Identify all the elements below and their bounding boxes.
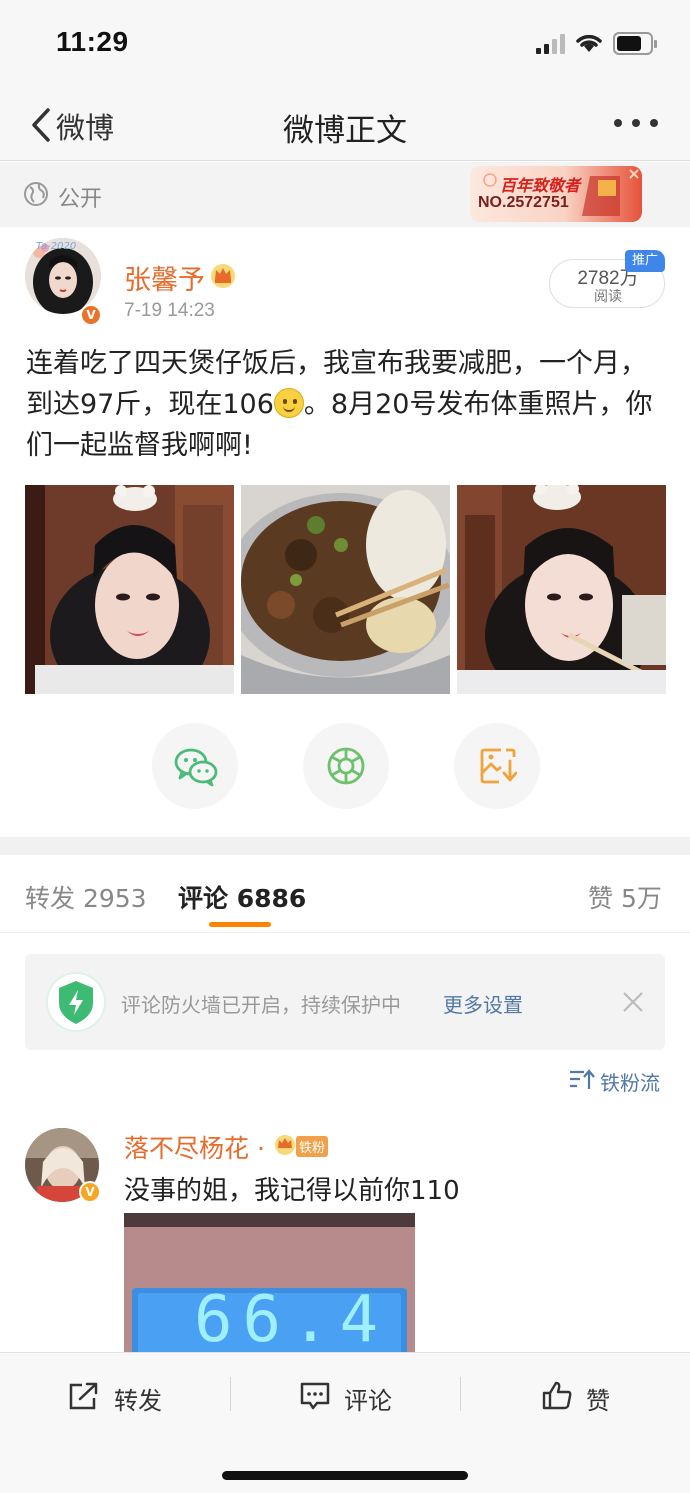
save-image-icon (480, 748, 517, 784)
tab-comments-count: 6886 (236, 884, 307, 913)
claypot-rice-photo (241, 485, 450, 694)
tab-comments[interactable]: 评论 6886 (178, 879, 306, 915)
weibo-post-screen: 11:29 微博 微博正文 公开 百年致敬者 NO.2572751 Ta-202… (0, 0, 690, 1493)
signal-icon (536, 34, 565, 54)
author-name[interactable]: 张馨予 (124, 258, 205, 297)
scale-reading: 66.4 (194, 1283, 389, 1355)
globe-icon (24, 182, 48, 206)
bottom-action-bar: 转发 评论 赞 (0, 1352, 690, 1493)
bottom-divider-1 (230, 1377, 231, 1411)
repost-label: 转发 (114, 1387, 162, 1415)
commenter-verified-badge: V (79, 1181, 101, 1203)
selfie-photo-1 (25, 485, 234, 694)
moments-icon (327, 747, 365, 785)
crown-icon (211, 264, 235, 288)
visibility-label: 公开 (58, 187, 103, 212)
like-button[interactable]: 赞 (541, 1353, 661, 1433)
more-dots-icon[interactable] (612, 118, 660, 128)
sort-icon (570, 1069, 595, 1089)
repost-button[interactable]: 转发 (68, 1353, 208, 1433)
thumbs-up-icon (542, 1381, 572, 1410)
post-photo-3[interactable] (457, 485, 666, 694)
comment-label: 评论 (344, 1387, 392, 1415)
close-icon[interactable] (621, 990, 645, 1014)
comment-text: 没事的姐，我记得以前你110 (124, 1176, 460, 1206)
badge-number: NO.2572751 (478, 194, 569, 211)
battery-icon (613, 32, 657, 55)
centenary-badge[interactable]: 百年致敬者 NO.2572751 (470, 166, 642, 222)
visibility-row: 公开 百年致敬者 NO.2572751 (0, 162, 690, 227)
post-time: 7-19 14:23 (124, 300, 215, 321)
smile-emoji-icon (273, 388, 304, 418)
tab-repost[interactable]: 转发 2953 (25, 879, 147, 915)
section-separator (0, 837, 690, 855)
sort-iron-fans[interactable]: 铁粉流 (600, 1067, 660, 1096)
status-time: 11:29 (56, 26, 129, 57)
tab-likes[interactable]: 赞 5万 (588, 879, 662, 915)
iron-fan-badge: 铁粉 (296, 1136, 329, 1157)
share-moments-button[interactable] (303, 723, 389, 809)
comment-firewall-notice: 评论防火墙已开启，持续保护中 更多设置 (25, 954, 665, 1050)
badge-title: 百年致敬者 (500, 176, 581, 195)
reads-label: 阅读 (594, 289, 622, 305)
wechat-icon (174, 748, 218, 787)
promo-tag[interactable]: 推广 (625, 250, 665, 272)
like-label: 赞 (586, 1387, 610, 1415)
comment-image[interactable]: 66.4 (124, 1213, 415, 1355)
shield-icon (46, 972, 106, 1032)
home-indicator[interactable] (222, 1471, 468, 1480)
repost-icon (69, 1382, 98, 1410)
save-image-button[interactable] (454, 723, 540, 809)
post-photo-1[interactable] (25, 485, 234, 694)
verified-badge: V (80, 304, 102, 326)
commenter-name[interactable]: 落不尽杨花 · (124, 1129, 265, 1165)
tab-comments-label: 评论 (178, 884, 229, 913)
active-tab-indicator (209, 922, 271, 927)
bottom-divider-2 (460, 1377, 461, 1411)
status-bar: 11:29 (0, 0, 690, 88)
post-photo-2[interactable] (241, 485, 450, 694)
avatar-tag: Ta-2020 (36, 241, 77, 252)
share-wechat-button[interactable] (152, 723, 238, 809)
tabs-divider (0, 932, 690, 933)
selfie-photo-2 (457, 485, 666, 694)
wifi-icon (576, 34, 602, 52)
firewall-settings-link[interactable]: 更多设置 (443, 989, 523, 1018)
comment-button[interactable]: 评论 (299, 1353, 439, 1433)
page-title: 微博正文 (283, 113, 407, 149)
firewall-text: 评论防火墙已开启，持续保护中 (121, 993, 401, 1017)
nav-bar: 微博 微博正文 (0, 88, 690, 161)
comment-icon (300, 1382, 330, 1410)
post-text: 连着吃了四天煲仔饭后，我宣布我要减肥，一个月，到达97斤，现在106 。8月20号… (26, 343, 666, 466)
